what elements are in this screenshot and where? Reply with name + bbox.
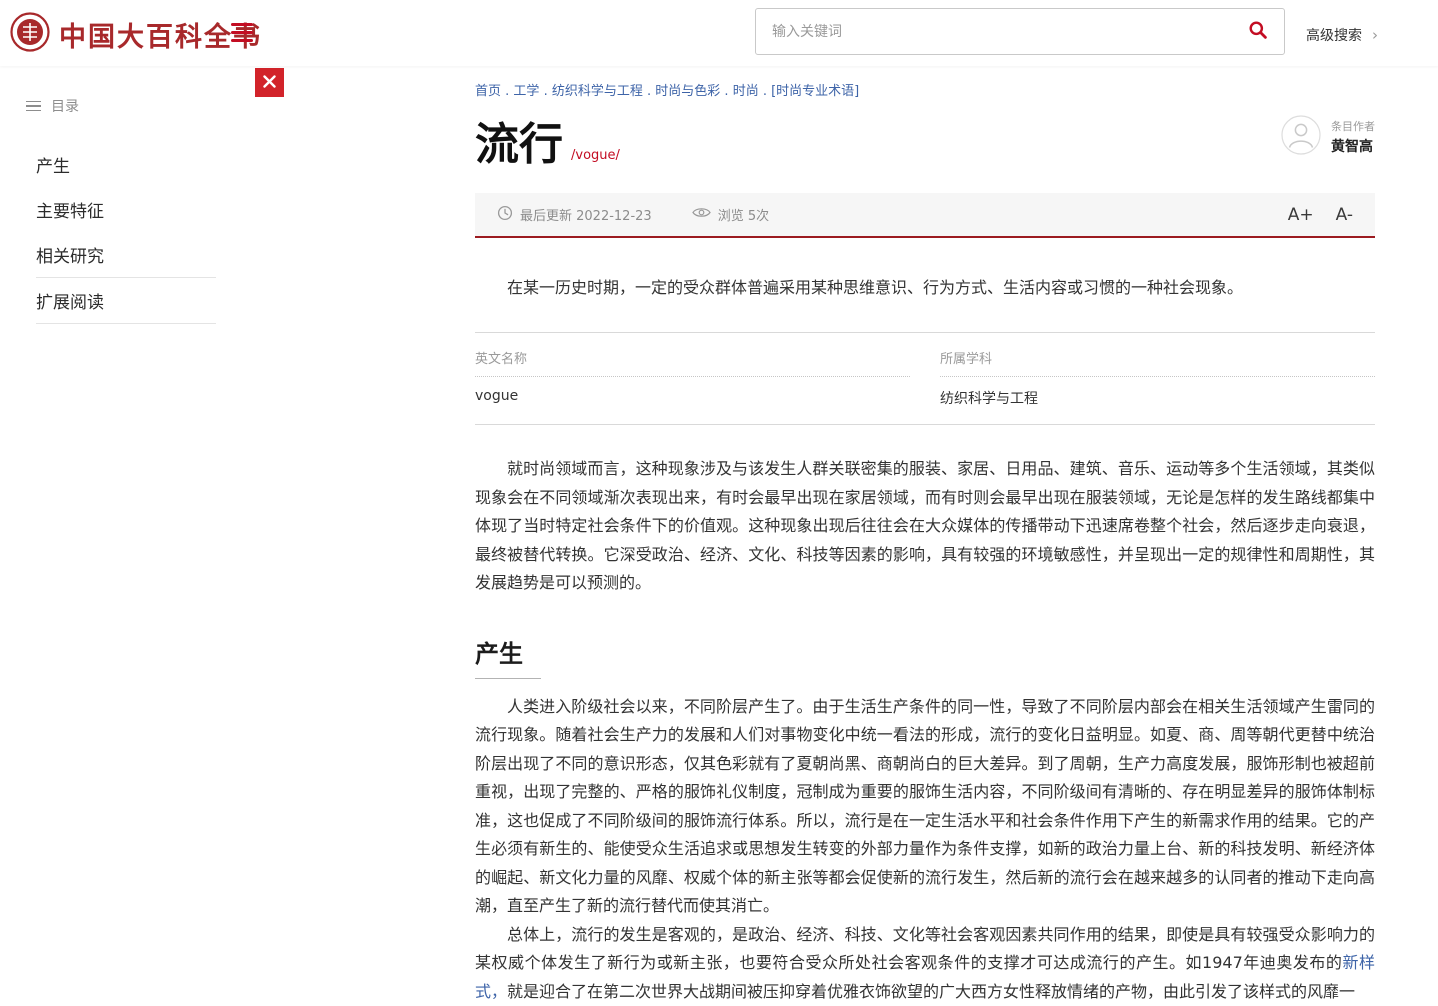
author-avatar	[1281, 115, 1321, 159]
breadcrumb-gongxue[interactable]: 工学	[513, 84, 539, 99]
breadcrumb-separator: .	[501, 84, 513, 99]
body-paragraph-2: 总体上，流行的发生是客观的，是政治、经济、科技、文化等社会客观因素共同作用的结果…	[475, 921, 1375, 1006]
breadcrumb-shishangyusecai[interactable]: 时尚与色彩	[655, 84, 720, 99]
toc-item-xiangguanyanjiu[interactable]: 相关研究	[36, 232, 216, 278]
search-box	[755, 8, 1285, 55]
body-paragraph-1: 人类进入阶级社会以来，不同阶层产生了。由于生活生产条件的同一性，导致了不同阶层内…	[475, 693, 1375, 921]
close-icon	[263, 75, 276, 91]
field-value: 纺织科学与工程	[940, 377, 1375, 408]
toc-sidebar: 目录 产生 主要特征 相关研究 扩展阅读	[0, 66, 255, 951]
paragraph-text: 总体上，流行的发生是客观的，是政治、经济、科技、文化等社会客观因素共同作用的结果…	[475, 925, 1375, 973]
breadcrumb-shishang[interactable]: 时尚	[733, 84, 759, 99]
field-english-name: 英文名称 vogue	[475, 348, 910, 408]
toc-title: 目录	[51, 96, 79, 116]
article-main: 首页 . 工学 . 纺织科学与工程 . 时尚与色彩 . 时尚 . [时尚专业术语…	[475, 66, 1375, 1006]
menu-bar	[231, 23, 253, 26]
site-header: 中国大百科全书 高级搜索 ›	[0, 0, 1438, 66]
meta-bar: 最后更新 2022-12-23 浏览 5次 A+ A-	[475, 193, 1375, 238]
clock-icon	[497, 205, 513, 225]
logo-seal-icon	[10, 12, 50, 56]
field-discipline: 所属学科 纺织科学与工程	[940, 348, 1375, 408]
article-title: 流行	[475, 121, 563, 169]
breadcrumb-separator: .	[539, 84, 551, 99]
toc-list-icon	[26, 101, 41, 112]
toc-item-chansheng[interactable]: 产生	[36, 142, 216, 187]
breadcrumb: 首页 . 工学 . 纺织科学与工程 . 时尚与色彩 . 时尚 . [时尚专业术语…	[475, 80, 1375, 99]
site-logo[interactable]: 中国大百科全书	[10, 12, 262, 56]
search-button[interactable]	[1240, 20, 1284, 43]
toc-item-kuozhanyuedu[interactable]: 扩展阅读	[36, 278, 216, 324]
breadcrumb-separator: .	[643, 84, 655, 99]
font-size-controls: A+ A-	[1288, 205, 1353, 225]
eye-icon	[692, 206, 711, 223]
article-subtitle: /vogue/	[571, 148, 620, 169]
breadcrumb-separator: .	[759, 84, 771, 99]
menu-bar	[231, 31, 253, 34]
toc-header: 目录	[26, 96, 255, 116]
title-row: 流行 /vogue/ 条目作者 黄智高	[475, 121, 1375, 169]
close-sidebar-button[interactable]	[255, 68, 284, 97]
advanced-search-link[interactable]: 高级搜索 ›	[1306, 25, 1378, 45]
last-updated-text: 最后更新 2022-12-23	[520, 205, 652, 224]
toc-list: 产生 主要特征 相关研究 扩展阅读	[36, 142, 216, 324]
search-icon	[1248, 20, 1268, 43]
breadcrumb-home[interactable]: 首页	[475, 84, 501, 99]
author-box: 条目作者 黄智高	[1281, 115, 1375, 159]
last-updated: 最后更新 2022-12-23	[497, 205, 652, 225]
paragraph-text: 就是迎合了在第二次世界大战期间被压抑穿着优雅衣饰欲望的广大西方女性释放情绪的产物…	[507, 982, 1355, 1001]
chevron-right-icon: ›	[1372, 26, 1378, 44]
font-increase-button[interactable]: A+	[1288, 205, 1314, 225]
view-count-text: 浏览 5次	[718, 205, 769, 224]
info-fields: 英文名称 vogue 所属学科 纺织科学与工程	[475, 332, 1375, 425]
article-summary: 在某一历史时期，一定的受众群体普遍采用某种思维意识、行为方式、生活内容或习惯的一…	[475, 274, 1375, 302]
search-input[interactable]	[756, 9, 1240, 54]
breadcrumb-zhuanyeshuyu[interactable]: [时尚专业术语]	[771, 84, 859, 99]
advanced-search-label: 高级搜索	[1306, 25, 1362, 45]
menu-button[interactable]	[231, 23, 253, 42]
breadcrumb-fangzhi[interactable]: 纺织科学与工程	[552, 84, 643, 99]
field-label: 英文名称	[475, 348, 910, 377]
toc-item-zhuyaotezheng[interactable]: 主要特征	[36, 187, 216, 232]
author-name[interactable]: 黄智高	[1331, 136, 1373, 156]
intro-paragraph: 就时尚领域而言，这种现象涉及与该发生人群关联密集的服装、家居、日用品、建筑、音乐…	[475, 455, 1375, 598]
font-decrease-button[interactable]: A-	[1336, 205, 1353, 225]
view-count: 浏览 5次	[692, 205, 769, 224]
author-label: 条目作者	[1331, 118, 1375, 134]
menu-bar	[231, 39, 253, 42]
section-title-chansheng: 产生	[475, 634, 541, 679]
breadcrumb-separator: .	[720, 84, 732, 99]
field-value: vogue	[475, 377, 910, 404]
field-label: 所属学科	[940, 348, 1375, 377]
